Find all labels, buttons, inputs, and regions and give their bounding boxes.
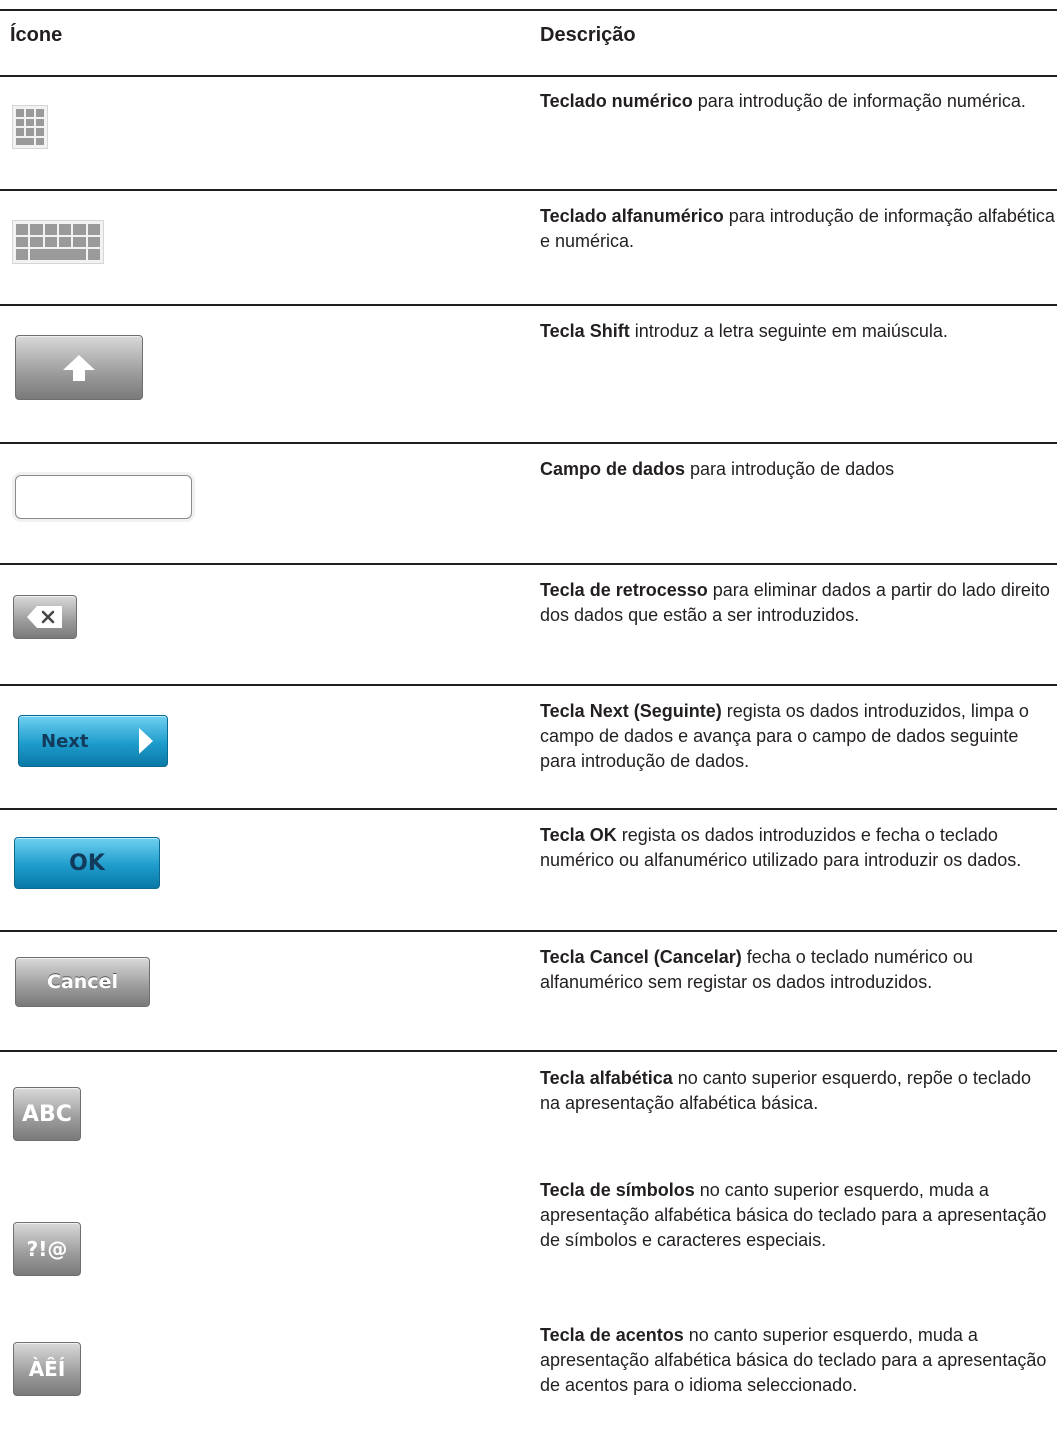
table-row: Tecla Shift introduz a letra seguinte em…	[540, 319, 1055, 344]
header-rule	[0, 75, 1057, 77]
right-arrow-icon	[139, 728, 153, 754]
icon-description-table: Ícone Descrição Teclado numérico para in…	[0, 0, 1057, 1441]
cancel-key-icon: Cancel	[15, 957, 150, 1007]
header-icon: Ícone	[10, 24, 63, 46]
row-rule	[0, 1050, 1057, 1052]
accents-key-label: ÀÊÍ	[28, 1357, 66, 1381]
ok-key-label: OK	[69, 850, 105, 876]
symbols-key-label: ?!@	[26, 1237, 68, 1261]
row-rule	[0, 808, 1057, 810]
ok-key-icon: OK	[14, 837, 160, 889]
up-arrow-icon	[63, 354, 95, 381]
row-term: Tecla Cancel (Cancelar)	[540, 947, 742, 967]
abc-key-icon: ABC	[13, 1087, 81, 1141]
accents-key-icon: ÀÊÍ	[13, 1342, 81, 1396]
row-text: para introdução de dados	[685, 459, 895, 479]
row-term: Tecla de símbolos	[540, 1180, 695, 1200]
alphanumeric-keyboard-icon	[12, 220, 104, 264]
row-rule	[0, 684, 1057, 686]
table-row: Tecla de símbolos no canto superior esqu…	[540, 1178, 1055, 1253]
backspace-key-icon	[13, 595, 77, 639]
table-row: Tecla de acentos no canto superior esque…	[540, 1323, 1055, 1398]
row-text: introduz a letra seguinte em maiúscula.	[629, 321, 948, 341]
data-field-icon	[15, 475, 192, 519]
table-row: Teclado numérico para introdução de info…	[540, 89, 1055, 114]
row-rule	[0, 189, 1057, 191]
backspace-glyph-icon	[27, 606, 62, 628]
numeric-keypad-icon	[12, 105, 48, 149]
row-term: Tecla Next (Seguinte)	[540, 701, 722, 721]
row-rule	[0, 930, 1057, 932]
table-row: Tecla de retrocesso para eliminar dados …	[540, 578, 1055, 628]
row-term: Tecla de acentos	[540, 1325, 684, 1345]
header-description: Descrição	[540, 24, 636, 46]
row-term: Campo de dados	[540, 459, 686, 479]
row-term: Tecla alfabética	[540, 1068, 673, 1088]
cancel-key-label: Cancel	[47, 971, 118, 993]
row-rule	[0, 304, 1057, 306]
row-term: Tecla de retrocesso	[540, 580, 708, 600]
row-text: para introdução de informação numérica.	[692, 91, 1026, 111]
next-key-icon: Next	[18, 715, 168, 767]
table-row: Tecla Next (Seguinte) regista os dados i…	[540, 699, 1055, 774]
next-key-label: Next	[41, 730, 89, 752]
table-row: Tecla Cancel (Cancelar) fecha o teclado …	[540, 945, 1055, 995]
table-top-rule	[0, 9, 1057, 11]
row-rule	[0, 442, 1057, 444]
table-row: Tecla alfabética no canto superior esque…	[540, 1066, 1055, 1116]
table-row: Tecla OK regista os dados introduzidos e…	[540, 823, 1055, 873]
row-term: Tecla OK	[540, 825, 617, 845]
symbols-key-icon: ?!@	[13, 1222, 81, 1276]
row-rule	[0, 563, 1057, 565]
row-term: Teclado numérico	[540, 91, 693, 111]
table-row: Teclado alfanumérico para introdução de …	[540, 204, 1055, 254]
row-term: Teclado alfanumérico	[540, 206, 724, 226]
table-row: Campo de dados para introdução de dados	[540, 457, 1055, 482]
abc-key-label: ABC	[22, 1101, 72, 1127]
shift-key-icon	[15, 335, 143, 400]
row-term: Tecla Shift	[540, 321, 630, 341]
